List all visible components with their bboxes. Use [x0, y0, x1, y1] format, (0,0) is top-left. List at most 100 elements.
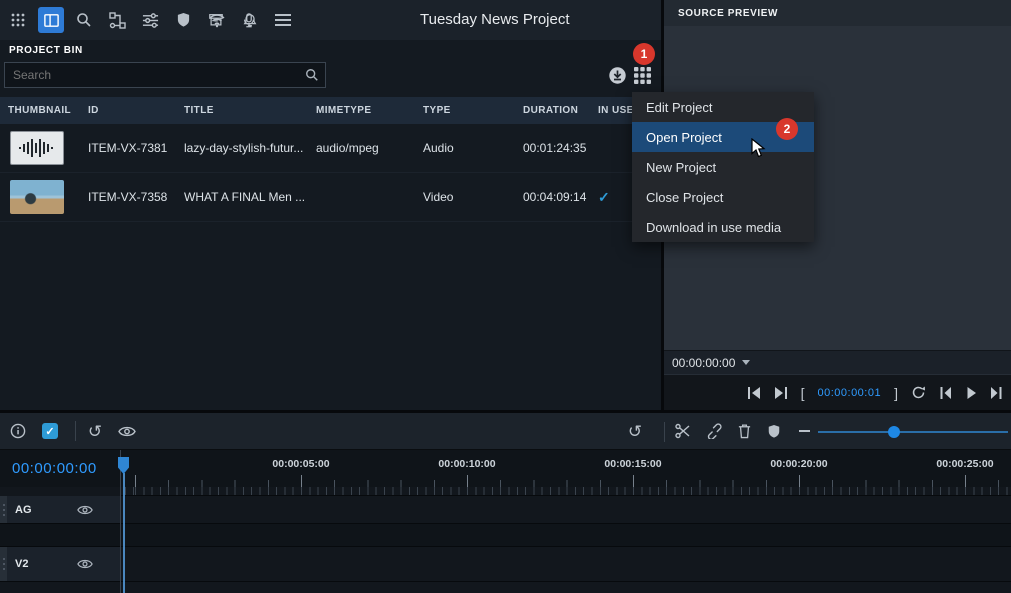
- table-header-row: THUMBNAIL ID TITLE MIMETYPE TYPE DURATIO…: [0, 97, 661, 124]
- preview-timecode-row[interactable]: 00:00:00:00: [664, 350, 1011, 374]
- app-root: Tuesday News Project PROJECT BIN: [0, 0, 1011, 593]
- track-row-v2[interactable]: V2: [0, 547, 1011, 582]
- project-actions-grid-icon[interactable]: [634, 67, 651, 84]
- mark-in-bracket[interactable]: [: [801, 385, 805, 401]
- col-header-title[interactable]: TITLE: [176, 105, 308, 116]
- row-duration: 00:04:09:14: [515, 190, 590, 204]
- zoom-out-minus-icon[interactable]: [791, 418, 817, 444]
- wifi-icon[interactable]: [204, 7, 230, 33]
- panel-title: PROJECT BIN: [0, 40, 661, 58]
- row-id: ITEM-VX-7358: [80, 190, 176, 204]
- settings-sliders-icon[interactable]: [137, 7, 163, 33]
- track-lane[interactable]: [121, 496, 1011, 523]
- zoom-slider[interactable]: [818, 431, 1008, 433]
- source-preview-title: SOURCE PREVIEW: [664, 0, 1011, 26]
- col-header-mimetype[interactable]: MIMETYPE: [308, 105, 415, 116]
- row-mimetype: audio/mpeg: [308, 141, 415, 155]
- transport-timecode[interactable]: 00:00:00:01: [817, 387, 881, 399]
- playhead-timecode: 00:00:00:00: [0, 450, 121, 487]
- row-duration: 00:01:24:35: [515, 141, 590, 155]
- search-input[interactable]: [5, 68, 305, 82]
- project-bin-panel: Tuesday News Project PROJECT BIN: [0, 0, 661, 410]
- history-icon[interactable]: ↺: [622, 418, 648, 444]
- ruler-label: 00:00:15:00: [604, 458, 661, 470]
- marker-shield-icon[interactable]: [761, 418, 787, 444]
- timeline-ruler[interactable]: 00:00:00:00 00:00:05:00 00:00:10:00 00:0…: [0, 450, 1011, 487]
- menu-item-close-project[interactable]: Close Project: [632, 182, 814, 212]
- track-eye-icon[interactable]: [77, 558, 93, 570]
- mark-out-bracket[interactable]: ]: [894, 385, 898, 401]
- track-eye-icon[interactable]: [77, 504, 93, 516]
- play-icon[interactable]: [965, 387, 977, 399]
- search-icon[interactable]: [71, 7, 97, 33]
- download-icon[interactable]: [608, 66, 627, 85]
- media-table: THUMBNAIL ID TITLE MIMETYPE TYPE DURATIO…: [0, 97, 661, 222]
- ruler-scale[interactable]: 00:00:05:00 00:00:10:00 00:00:15:00 00:0…: [121, 450, 1011, 487]
- track-row-ag[interactable]: AG: [0, 496, 1011, 524]
- zoom-slider-knob[interactable]: [888, 426, 900, 438]
- delete-trash-icon[interactable]: [731, 418, 757, 444]
- select-all-checkbox[interactable]: ✓: [37, 418, 63, 444]
- apps-grid-icon[interactable]: [5, 7, 31, 33]
- timeline-panel: ✓ ↺ ↺ 00:00:00:00: [0, 413, 1011, 593]
- track-lane[interactable]: [121, 547, 1011, 581]
- track-header[interactable]: AG: [0, 496, 121, 523]
- table-row[interactable]: ITEM-VX-7358 WHAT A FINAL Men ... Video …: [0, 173, 661, 222]
- loop-icon[interactable]: [911, 386, 926, 399]
- chevron-down-icon: [742, 360, 750, 365]
- audio-waveform-thumbnail[interactable]: [10, 131, 64, 165]
- track-grip-handle[interactable]: [0, 496, 7, 523]
- next-frame-icon[interactable]: [990, 387, 1003, 399]
- topbar-right-icons: [204, 7, 303, 33]
- cut-scissors-icon[interactable]: [670, 418, 696, 444]
- row-type: Audio: [415, 141, 515, 155]
- row-id: ITEM-VX-7381: [80, 141, 176, 155]
- toolbar-separator: [75, 421, 76, 441]
- toolbar-separator: [664, 422, 665, 442]
- ruler-label: 00:00:10:00: [438, 458, 495, 470]
- previous-frame-icon[interactable]: [939, 387, 952, 399]
- row-type: Video: [415, 190, 515, 204]
- row-title: lazy-day-stylish-futur...: [176, 141, 308, 155]
- jump-to-out-icon[interactable]: [774, 387, 788, 399]
- row-title: WHAT A FINAL Men ...: [176, 190, 308, 204]
- project-bin-icon[interactable]: [38, 7, 64, 33]
- track-header[interactable]: V2: [0, 547, 121, 581]
- video-frame-thumbnail[interactable]: [10, 180, 64, 214]
- search-box: [4, 62, 326, 88]
- undo-icon[interactable]: ↺: [82, 418, 108, 444]
- col-header-duration[interactable]: DURATION: [515, 105, 590, 116]
- project-title: Tuesday News Project: [420, 11, 570, 28]
- col-header-thumbnail[interactable]: THUMBNAIL: [0, 105, 80, 116]
- notifications-bell-icon[interactable]: [237, 7, 263, 33]
- menu-item-new-project[interactable]: New Project: [632, 152, 814, 182]
- track-name: AG: [15, 504, 32, 516]
- col-header-id[interactable]: ID: [80, 105, 176, 116]
- track-gap: [0, 524, 1011, 547]
- search-input-icon: [305, 68, 319, 82]
- step-badge-2: 2: [776, 118, 798, 140]
- track-header-divider: [120, 450, 121, 593]
- jump-to-in-icon[interactable]: [747, 387, 761, 399]
- info-icon[interactable]: [5, 418, 31, 444]
- top-toolbar: Tuesday News Project: [0, 0, 661, 40]
- menu-item-download-in-use-media[interactable]: Download in use media: [632, 212, 814, 242]
- col-header-type[interactable]: TYPE: [415, 105, 515, 116]
- ruler-label: 00:00:05:00: [272, 458, 329, 470]
- shield-icon[interactable]: [170, 7, 196, 33]
- track-grip-handle[interactable]: [0, 547, 7, 581]
- unlink-icon[interactable]: [701, 418, 727, 444]
- timeline-toolbar: ✓ ↺ ↺: [0, 413, 1011, 450]
- step-badge-1: 1: [633, 43, 655, 65]
- checkbox-check-icon: ✓: [42, 423, 58, 439]
- preview-timecode: 00:00:00:00: [672, 356, 735, 370]
- ruler-tick-strip: [121, 487, 1011, 496]
- track-visibility-eye-icon[interactable]: [114, 418, 140, 444]
- ruler-label: 00:00:20:00: [770, 458, 827, 470]
- main-menu-hamburger-icon[interactable]: [270, 7, 296, 33]
- playhead-line[interactable]: [123, 473, 125, 593]
- transport-controls: [ 00:00:00:01 ]: [664, 374, 1011, 410]
- workflow-icon[interactable]: [104, 7, 130, 33]
- table-row[interactable]: ITEM-VX-7381 lazy-day-stylish-futur... a…: [0, 124, 661, 173]
- mouse-cursor: [751, 138, 767, 163]
